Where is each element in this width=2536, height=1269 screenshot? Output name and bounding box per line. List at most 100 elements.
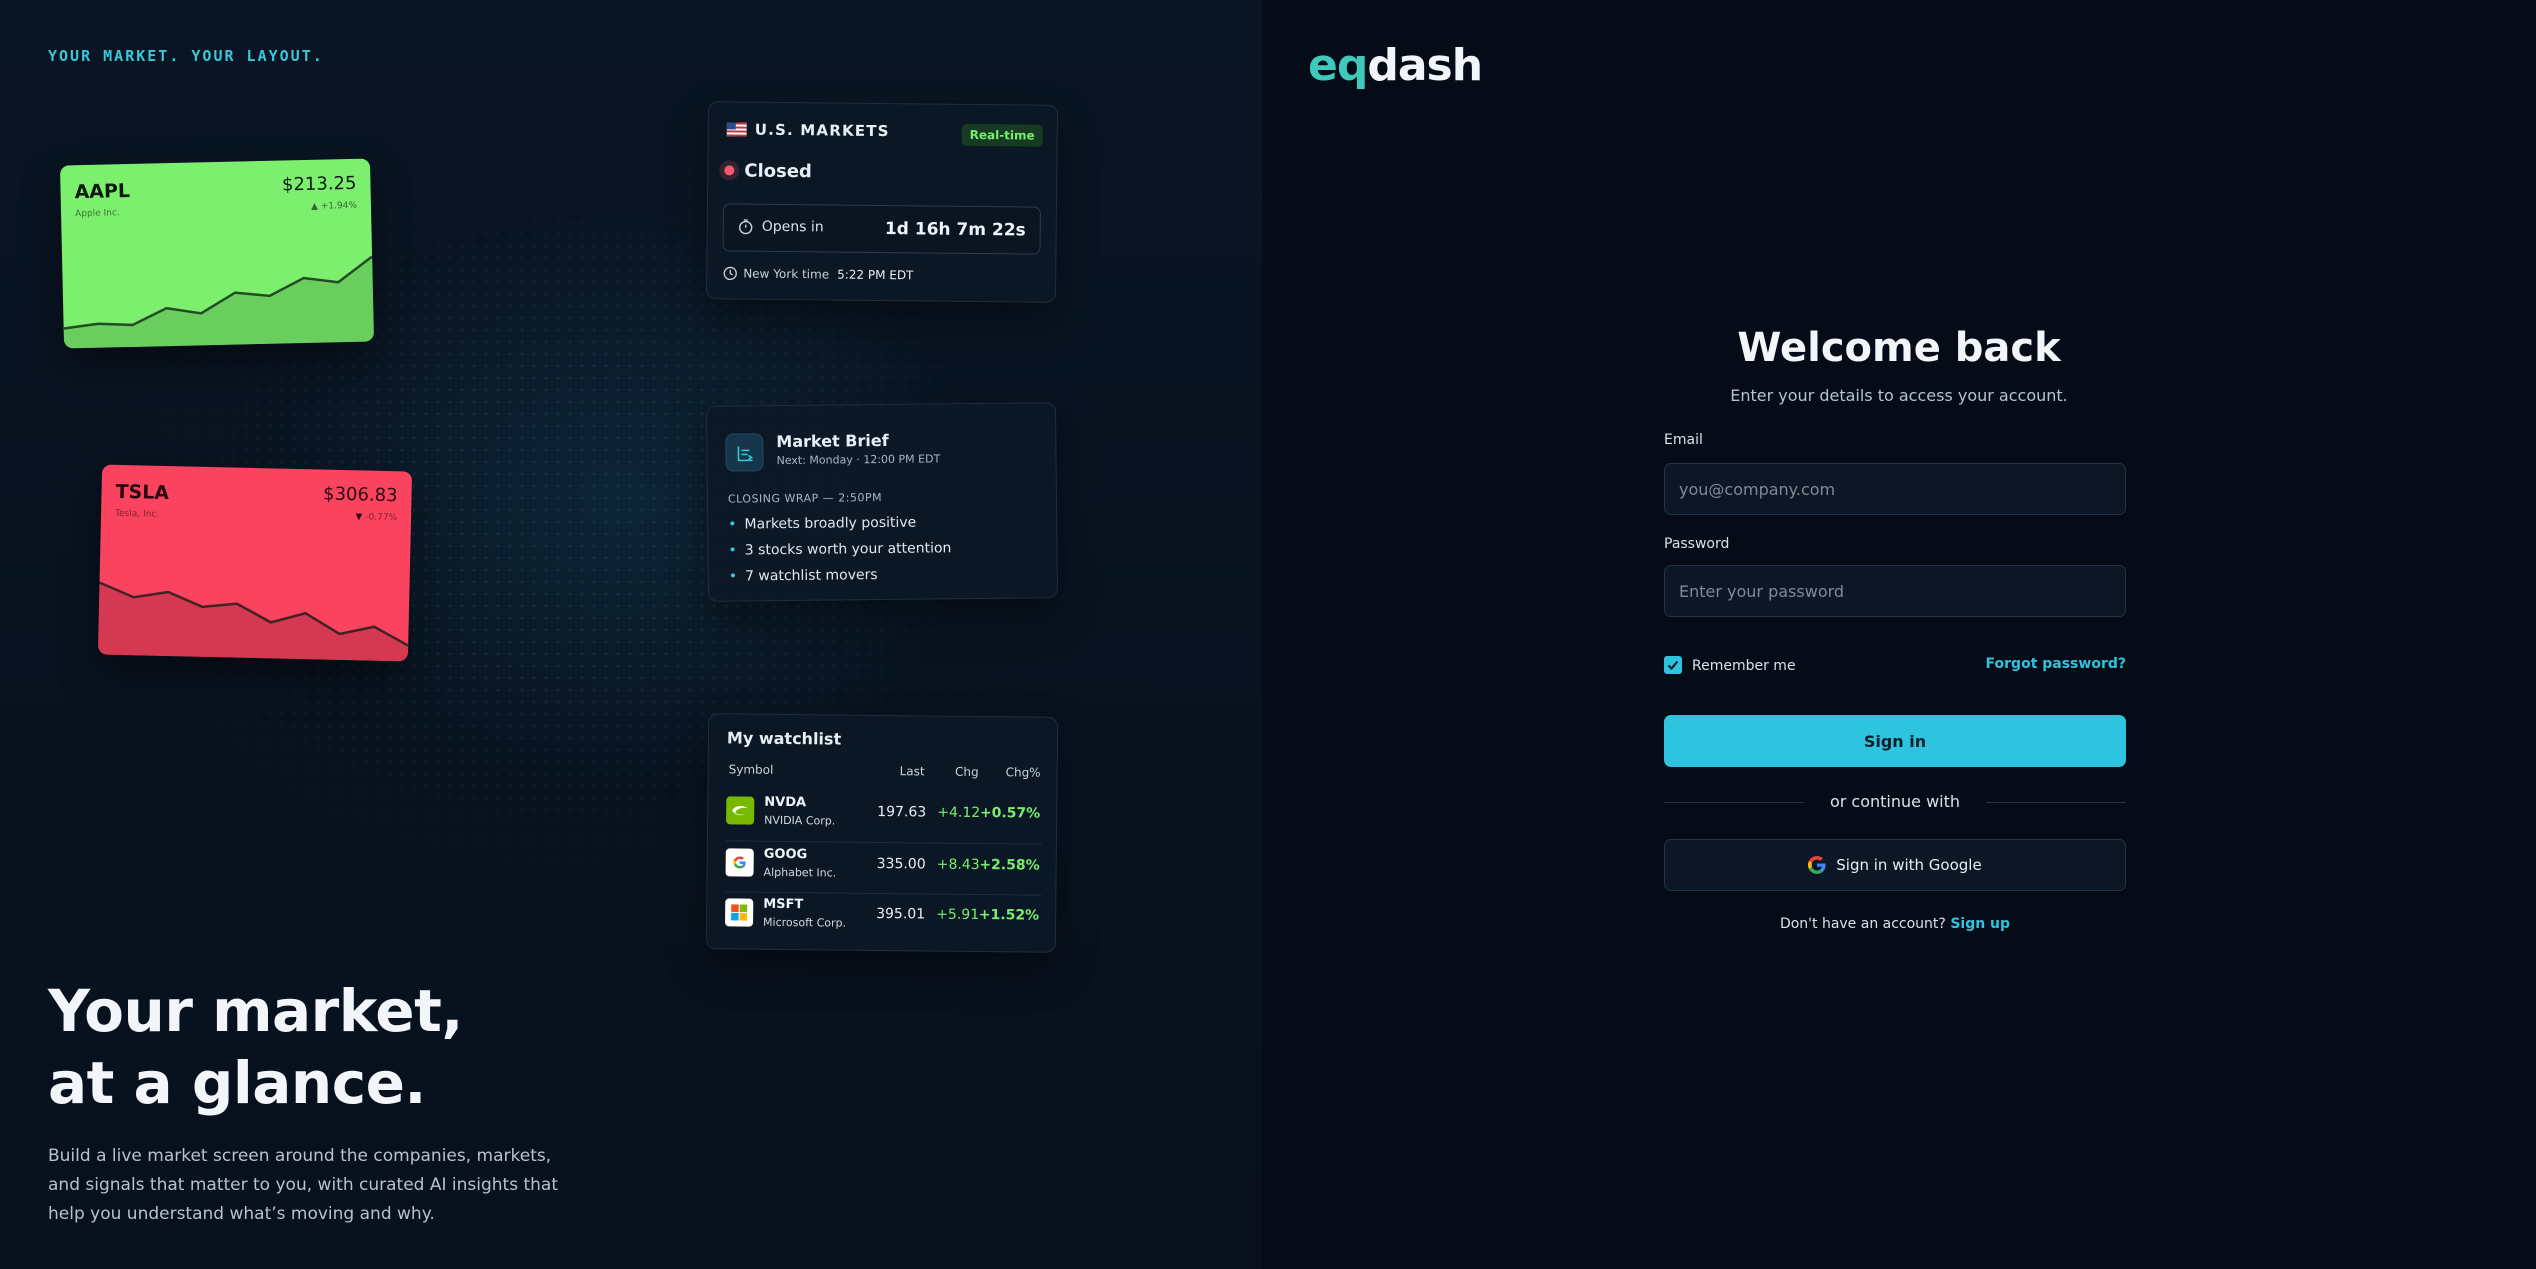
microsoft-logo-icon [725,898,754,927]
google-logo-icon [725,848,754,877]
status-dot-icon [724,165,735,176]
stock-symbol: TSLA [115,480,170,505]
stock-change-value: -0.77% [365,512,398,524]
stock-change: ▼ -0.77% [355,512,397,523]
realtime-badge: Real-time [961,123,1043,147]
nvidia-logo-icon [726,796,755,825]
stock-name: Apple Inc. [74,208,120,220]
row-last: 197.63 [877,803,927,821]
ny-time-value: 5:22 PM EDT [837,267,914,283]
google-button-label: Sign in with Google [1836,856,1982,874]
row-chgpct: +2.58% [979,857,1040,874]
opens-in-label: Opens in [761,218,824,236]
row-name: Alphabet Inc. [763,865,837,880]
watchlist-title: My watchlist [726,728,842,749]
list-item: Markets broadly positive [728,514,951,533]
or-divider: or continue with [1664,792,2126,811]
stock-price: $306.83 [322,483,398,507]
forgot-password-link[interactable]: Forgot password? [1986,656,2126,672]
brief-list: Markets broadly positive 3 stocks worth … [728,514,952,594]
row-symbol: NVDA [764,794,807,811]
row-symbol: MSFT [763,896,804,913]
countdown: 1d 16h 7m 22s [884,219,1026,241]
us-flag-icon [726,122,747,137]
remember-me-checkbox[interactable] [1664,656,1682,674]
table-row[interactable]: GOOG Alphabet Inc. 335.00 +8.43 +2.58% [725,844,1041,895]
table-row[interactable]: NVDA NVIDIA Corp. 197.63 +4.12 +0.57% [726,792,1042,843]
row-chgpct: +1.52% [978,907,1040,924]
stock-name: Tesla, Inc. [114,508,160,520]
col-last: Last [899,764,925,779]
remember-me-label: Remember me [1692,658,1796,674]
document-list-icon [737,446,753,462]
eqdash-logo[interactable]: eqdash [1308,40,1483,91]
col-chg: Chg [954,764,979,780]
sparkline-area [97,582,409,662]
checkmark-icon [1667,660,1679,671]
sign-in-button[interactable]: Sign in [1664,715,2126,767]
col-chgpct: Chg% [1005,765,1041,780]
hero-heading: Your market, at a glance. [48,975,463,1119]
row-chgpct: +0.57% [979,805,1041,822]
brief-icon-box [725,433,764,472]
clock-icon [723,266,737,281]
hero-line-1: Your market, [48,977,463,1045]
list-item: 7 watchlist movers [729,566,952,584]
row-last: 335.00 [876,855,926,873]
email-field[interactable] [1664,463,2126,515]
watchlist-card: My watchlist Symbol Last Chg Chg% NVDA N… [705,713,1059,953]
sparkline-chart [63,255,375,349]
timer-icon [739,219,753,235]
remember-me-row[interactable]: Remember me [1664,656,1796,674]
hero-line-2: at a glance. [48,1049,426,1117]
logo-eq: eq [1308,40,1368,91]
row-name: NVIDIA Corp. [764,813,836,828]
row-chg: +4.12 [937,804,981,822]
table-row[interactable]: MSFT Microsoft Corp. 395.01 +5.91 +1.52% [725,894,1041,945]
markets-title-text: U.S. MARKETS [754,120,890,141]
row-symbol: GOOG [763,846,808,863]
google-sign-in-button[interactable]: Sign in with Google [1664,839,2126,891]
sign-up-link[interactable]: Sign up [1950,916,2010,932]
stock-price: $213.25 [281,172,357,196]
watchlist-header: Symbol Last Chg Chg% [727,762,1043,779]
marketing-panel: YOUR MARKET. YOUR LAYOUT. AAPL Apple Inc… [0,0,1262,1269]
signup-prompt: Don't have an account? Sign up [1664,916,2126,932]
brief-next: Next: Monday · 12:00 PM EDT [776,452,941,468]
market-brief-card: Market Brief Next: Monday · 12:00 PM EDT… [705,402,1059,602]
stock-change: ▲ +1.94% [311,201,357,212]
welcome-title: Welcome back [1737,325,2061,371]
tagline: YOUR MARKET. YOUR LAYOUT. [48,47,324,65]
up-arrow-icon: ▲ [310,201,319,212]
stock-change-value: +1.94% [320,200,358,212]
down-arrow-icon: ▼ [355,512,363,523]
market-state: Closed [724,160,812,182]
welcome-subtitle: Enter your details to access your accoun… [1730,386,2068,405]
no-account-text: Don't have an account? [1779,916,1946,932]
stock-card-tsla: TSLA Tesla, Inc. $306.83 ▼ -0.77% [97,464,413,662]
opens-in-box: Opens in 1d 16h 7m 22s [722,203,1041,255]
list-item: 3 stocks worth your attention [728,540,952,558]
stock-card-aapl: AAPL Apple Inc. $213.25 ▲ +1.94% [59,158,375,349]
markets-title: U.S. MARKETS [726,120,890,141]
brief-section: CLOSING WRAP — 2:50PM [727,490,883,506]
hero-subtitle: Build a live market screen around the co… [48,1146,558,1224]
col-symbol: Symbol [728,762,774,777]
row-last: 395.01 [876,905,926,923]
password-field[interactable] [1664,565,2126,617]
ny-time-label: New York time [743,266,830,282]
sparkline-chart [97,581,409,662]
row-chg: +8.43 [936,856,980,874]
auth-panel: eqdash Welcome back Enter your details t… [1262,0,2536,1269]
logo-dash: dash [1367,40,1483,91]
row-name: Microsoft Corp. [762,915,847,930]
ny-time-row: New York time 5:22 PM EDT [723,266,914,283]
password-label: Password [1664,536,1730,552]
brief-title: Market Brief [776,430,889,452]
market-state-text: Closed [744,160,812,183]
stock-symbol: AAPL [74,179,131,204]
email-label: Email [1664,432,1703,448]
us-markets-card: U.S. MARKETS Real-time Closed Opens in 1… [705,101,1059,303]
google-g-icon [1808,856,1826,874]
row-chg: +5.91 [936,906,980,924]
